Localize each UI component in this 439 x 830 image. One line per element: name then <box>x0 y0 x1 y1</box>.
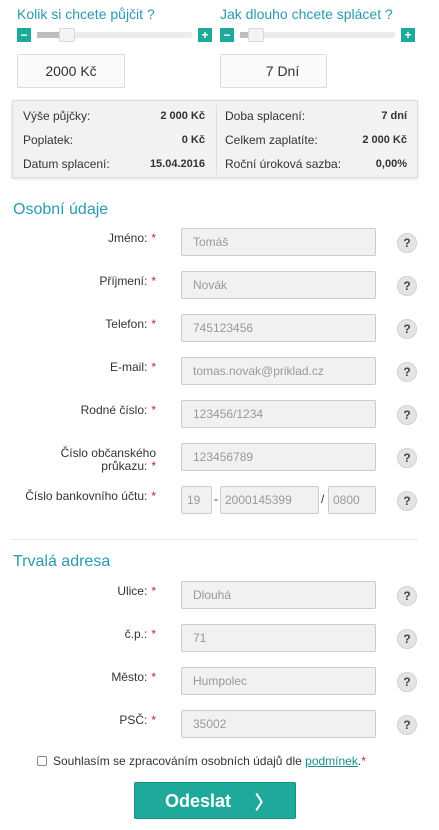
loan-amount-summary-label: Výše půjčky: <box>23 109 91 123</box>
bank-account-row: Číslo bankovního účtu: * 19 - 2000145399 … <box>0 486 439 516</box>
help-icon[interactable]: ? <box>397 405 417 425</box>
help-icon[interactable]: ? <box>397 233 417 253</box>
birth-number-input[interactable]: 123456/1234 <box>181 400 376 428</box>
required-mark: * <box>151 360 156 374</box>
required-mark: * <box>151 403 156 417</box>
email-label: E-mail: * <box>109 360 156 374</box>
duration-title: Jak dlouho chcete splácet ? <box>220 6 393 22</box>
help-icon[interactable]: ? <box>397 629 417 649</box>
required-mark: * <box>151 584 156 598</box>
email-input[interactable]: tomas.novak@priklad.cz <box>181 357 376 385</box>
first-name-input[interactable]: Tomáš <box>181 228 376 256</box>
consent-checkbox[interactable] <box>37 756 47 766</box>
period-summary-value: 7 dní <box>381 110 407 122</box>
bank-account-label: Číslo bankovního účtu: * <box>25 489 156 503</box>
phone-row: Telefon: * 745123456 ? <box>0 314 439 344</box>
help-icon[interactable]: ? <box>397 448 417 468</box>
bank-account-dash: - <box>214 492 218 506</box>
help-icon[interactable]: ? <box>397 672 417 692</box>
period-summary-label: Doba splacení: <box>225 109 306 123</box>
duration-decrease-button[interactable]: − <box>220 28 234 42</box>
last-name-input[interactable]: Novák <box>181 271 376 299</box>
bank-code-input[interactable]: 0800 <box>328 486 376 514</box>
loan-summary: Výše půjčky: 2 000 Kč Doba splacení: 7 d… <box>12 100 418 178</box>
required-mark: * <box>361 754 366 768</box>
fee-summary-value: 0 Kč <box>181 134 205 146</box>
required-mark: * <box>151 459 156 473</box>
loan-amount-title: Kolik si chcete půjčit ? <box>17 6 155 22</box>
bank-account-slash: / <box>321 492 325 506</box>
phone-input[interactable]: 745123456 <box>181 314 376 342</box>
first-name-label: Jméno: * <box>107 231 156 245</box>
help-icon[interactable]: ? <box>397 362 417 382</box>
total-summary-label: Celkem zaplatíte: <box>225 133 318 147</box>
loan-amount-fill <box>37 32 59 38</box>
terms-link[interactable]: podmínek <box>305 754 358 768</box>
bank-account-prefix-input[interactable]: 19 <box>181 486 212 514</box>
duration-handle[interactable] <box>248 28 264 42</box>
fee-summary-label: Poplatek: <box>23 133 74 147</box>
street-input[interactable]: Dlouhá <box>181 581 376 609</box>
help-icon[interactable]: ? <box>397 491 417 511</box>
house-number-input[interactable]: 71 <box>181 624 376 652</box>
city-row: Město: * Humpolec ? <box>0 667 439 697</box>
required-mark: * <box>151 670 156 684</box>
duration-fill <box>240 32 248 38</box>
due-date-summary-label: Datum splacení: <box>23 157 110 171</box>
due-date-summary-value: 15.04.2016 <box>149 158 205 170</box>
help-icon[interactable]: ? <box>397 319 417 339</box>
phone-label: Telefon: * <box>105 317 156 331</box>
id-card-row: Číslo občanského průkazu: * 123456789 ? <box>0 443 439 473</box>
chevron-right-icon: 〉 <box>255 793 273 813</box>
consent-row: Souhlasím se zpracováním osobních údajů … <box>37 754 366 768</box>
postal-code-label: PSČ: * <box>119 713 156 727</box>
submit-button[interactable]: Odeslat 〉 <box>134 782 296 819</box>
loan-amount-handle[interactable] <box>59 28 75 42</box>
rate-summary-label: Roční úroková sazba: <box>225 157 342 171</box>
street-row: Ulice: * Dlouhá ? <box>0 581 439 611</box>
section-divider <box>12 539 418 540</box>
id-card-input[interactable]: 123456789 <box>181 443 376 471</box>
required-mark: * <box>151 713 156 727</box>
personal-section-title: Osobní údaje <box>13 201 109 218</box>
address-section-title: Trvalá adresa <box>13 553 111 570</box>
last-name-label: Příjmení: * <box>99 274 156 288</box>
help-icon[interactable]: ? <box>397 715 417 735</box>
loan-amount-slider[interactable]: − + <box>17 28 212 42</box>
house-number-row: č.p.: * 71 ? <box>0 624 439 654</box>
help-icon[interactable]: ? <box>397 276 417 296</box>
loan-amount-increase-button[interactable]: + <box>198 28 212 42</box>
summary-divider <box>216 105 217 175</box>
postal-code-row: PSČ: * 35002 ? <box>0 710 439 740</box>
duration-slider[interactable]: − + <box>220 28 415 42</box>
required-mark: * <box>151 627 156 641</box>
birth-number-row: Rodné číslo: * 123456/1234 ? <box>0 400 439 430</box>
required-mark: * <box>151 489 156 503</box>
id-card-label: Číslo občanského průkazu: * <box>60 446 156 473</box>
loan-amount-value[interactable]: 2000 Kč <box>17 54 125 88</box>
first-name-row: Jméno: * Tomáš ? <box>0 228 439 258</box>
duration-value[interactable]: 7 Dní <box>220 54 327 88</box>
submit-label: Odeslat <box>165 791 232 811</box>
loan-amount-decrease-button[interactable]: − <box>17 28 31 42</box>
help-icon[interactable]: ? <box>397 586 417 606</box>
required-mark: * <box>151 274 156 288</box>
city-label: Město: * <box>111 670 156 684</box>
consent-text: Souhlasím se zpracováním osobních údajů … <box>53 754 306 768</box>
last-name-row: Příjmení: * Novák ? <box>0 271 439 301</box>
postal-code-input[interactable]: 35002 <box>181 710 376 738</box>
house-number-label: č.p.: * <box>124 627 156 641</box>
birth-number-label: Rodné číslo: * <box>80 403 156 417</box>
required-mark: * <box>151 231 156 245</box>
bank-account-number-input[interactable]: 2000145399 <box>220 486 319 514</box>
rate-summary-value: 0,00% <box>375 158 407 170</box>
required-mark: * <box>151 317 156 331</box>
loan-amount-summary-value: 2 000 Kč <box>160 110 205 122</box>
city-input[interactable]: Humpolec <box>181 667 376 695</box>
duration-increase-button[interactable]: + <box>401 28 415 42</box>
total-summary-value: 2 000 Kč <box>362 134 407 146</box>
email-row: E-mail: * tomas.novak@priklad.cz ? <box>0 357 439 387</box>
street-label: Ulice: * <box>117 584 156 598</box>
